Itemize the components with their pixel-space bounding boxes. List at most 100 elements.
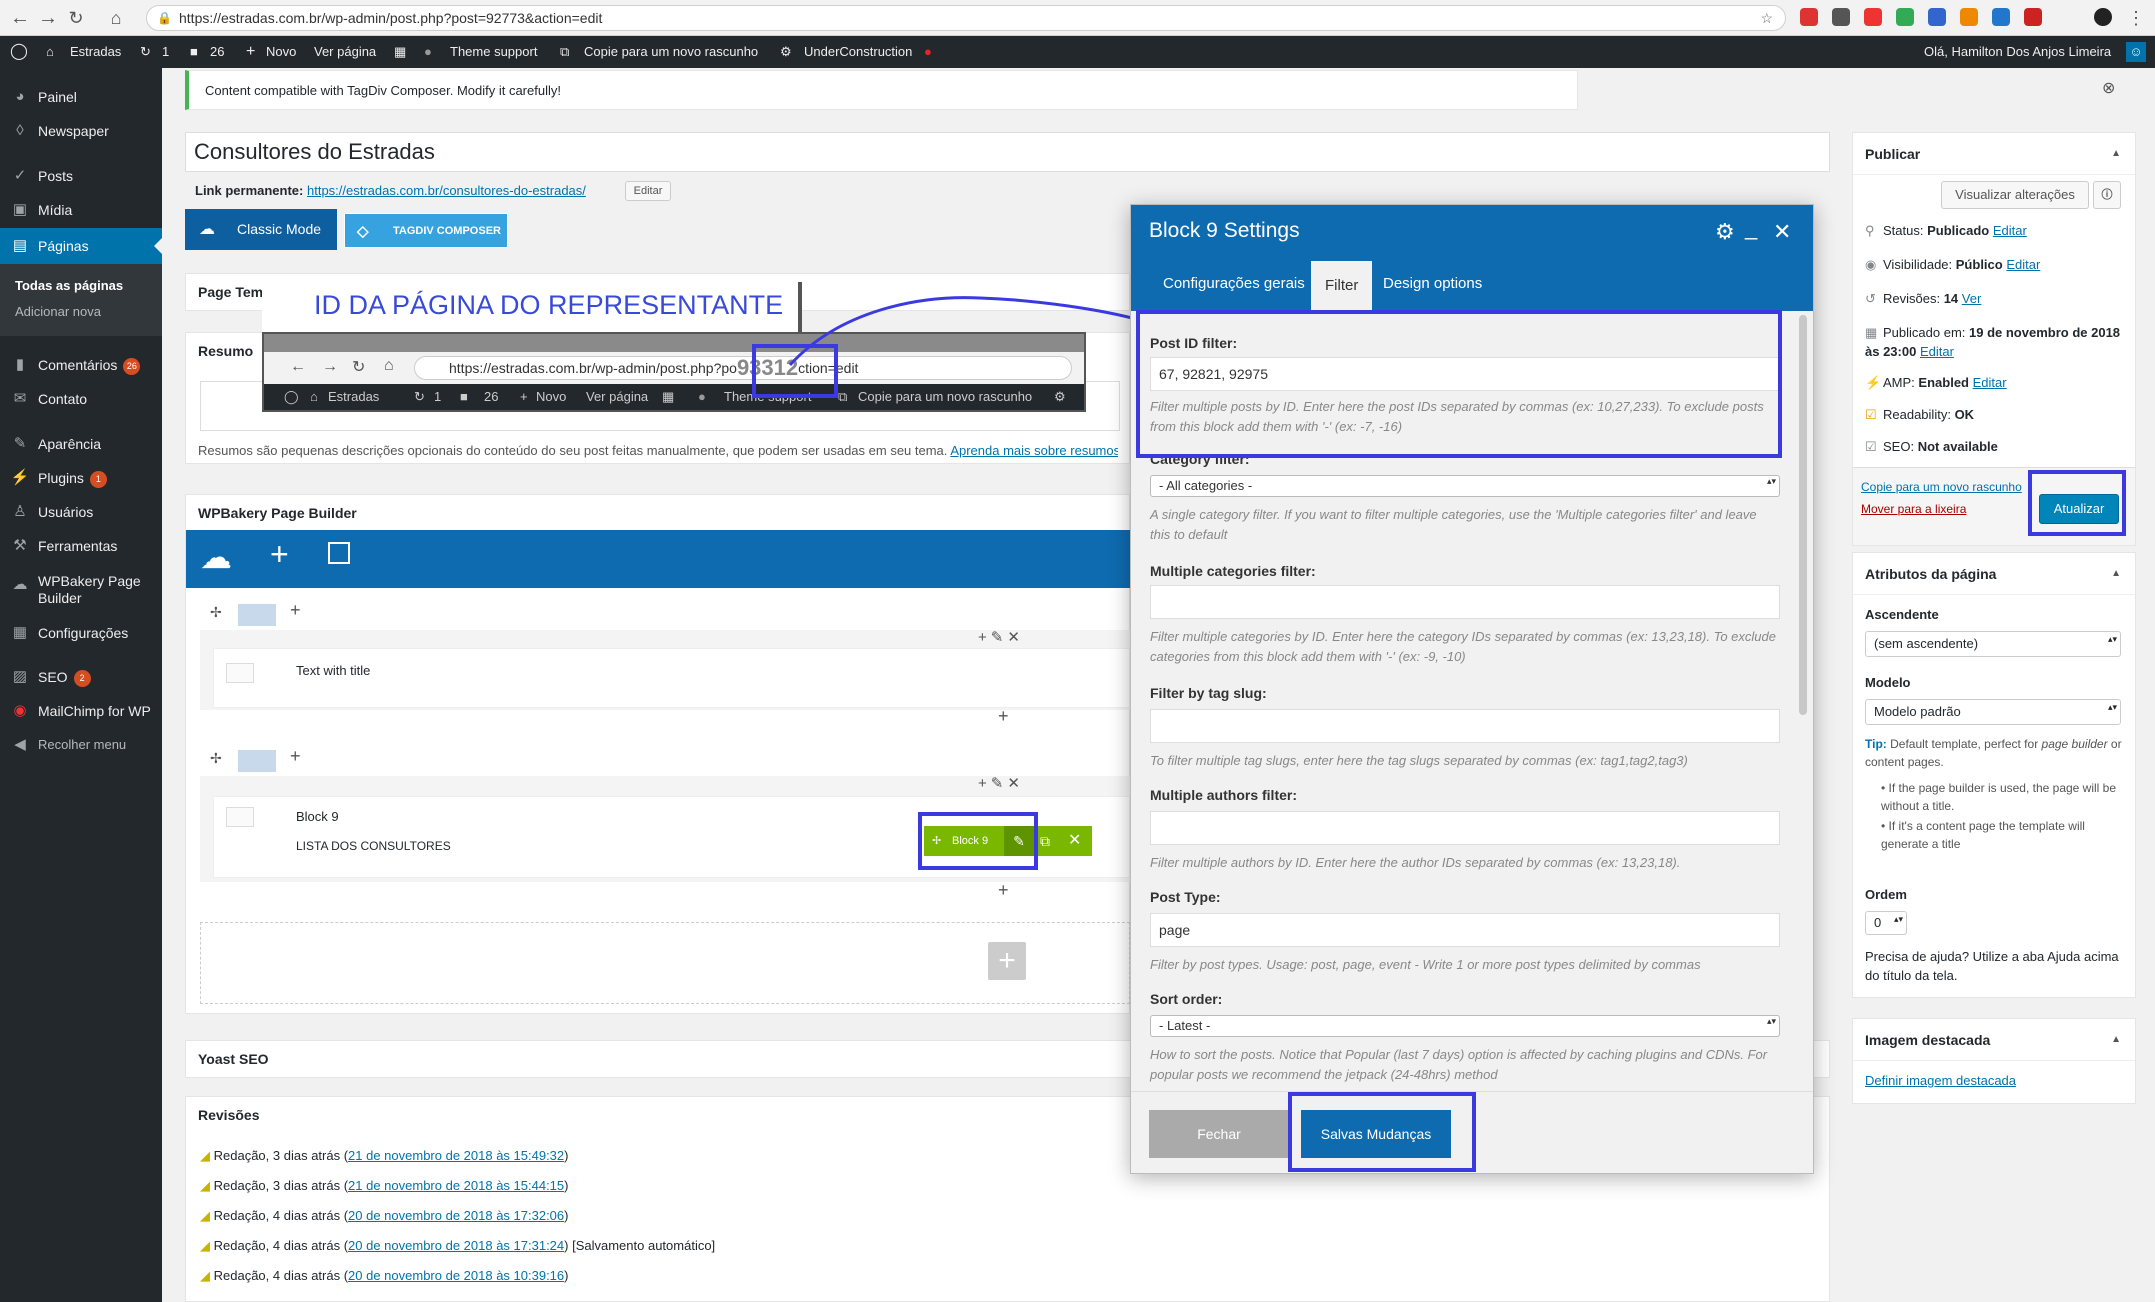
block-9-chip[interactable]: ✢ Block 9 ✎ ⧉ ✕ bbox=[924, 826, 1092, 856]
yoast-icon[interactable]: ▦ bbox=[394, 36, 406, 68]
menu-item-collapse[interactable]: ◀ Recolher menu bbox=[0, 728, 162, 762]
menu-item-mailchimp[interactable]: ◉ MailChimp for WP bbox=[0, 694, 162, 728]
site-name-link[interactable]: Estradas bbox=[70, 36, 121, 68]
row-add-icon[interactable]: + bbox=[290, 746, 301, 767]
revision-link[interactable]: 21 de novembro de 2018 às 15:44:15 bbox=[348, 1178, 564, 1193]
clone-icon[interactable]: ⧉ bbox=[1040, 826, 1050, 856]
update-button[interactable]: Atualizar bbox=[2039, 494, 2119, 524]
copy-draft-link[interactable]: Copie para um novo rascunho bbox=[584, 36, 758, 68]
row-move-icon[interactable]: ✢ bbox=[210, 750, 222, 767]
revision-link[interactable]: 20 de novembro de 2018 às 10:39:16 bbox=[348, 1268, 564, 1283]
classic-mode-button[interactable]: ☁ Classic Mode bbox=[185, 209, 337, 250]
site-home-icon[interactable]: ⌂ bbox=[46, 36, 54, 68]
publish-header[interactable]: Publicar ▲ bbox=[1853, 133, 2135, 175]
tagdiv-composer-button[interactable]: ◇ TAGDIV COMPOSER bbox=[344, 213, 508, 248]
summary-learn-link[interactable]: Aprenda mais sobre resumos bbox=[950, 443, 1118, 458]
menu-item-configuracoes[interactable]: ▦ Configurações bbox=[0, 616, 162, 650]
under-construction-link[interactable]: UnderConstruction bbox=[804, 36, 912, 68]
star-icon[interactable]: ☆ bbox=[1760, 6, 1773, 30]
submenu-all-pages[interactable]: Todas as páginas bbox=[0, 272, 162, 300]
permalink-edit-button[interactable]: Editar bbox=[625, 181, 671, 201]
gear-icon[interactable]: ⚙ bbox=[1715, 219, 1735, 245]
tab-design-options[interactable]: Design options bbox=[1369, 257, 1496, 311]
add-element-icon[interactable]: + bbox=[998, 706, 1009, 727]
revision-link[interactable]: 20 de novembro de 2018 às 17:31:24 bbox=[348, 1238, 564, 1253]
tag-slug-input[interactable] bbox=[1150, 709, 1780, 743]
visibility-edit-link[interactable]: Editar bbox=[2006, 257, 2040, 272]
address-bar[interactable]: 🔒 https://estradas.com.br/wp-admin/post.… bbox=[146, 5, 1786, 31]
menu-item-paginas[interactable]: ▤ Páginas bbox=[0, 228, 162, 264]
extension-icon[interactable] bbox=[1864, 8, 1882, 26]
menu-item-plugins[interactable]: ⚡ Plugins 1 bbox=[0, 461, 162, 495]
wpbakery-logo-icon[interactable]: ☁ bbox=[200, 538, 232, 576]
menu-item-wpbakery[interactable]: ☁ WPBakery Page Builder bbox=[0, 568, 162, 612]
view-page-link[interactable]: Ver página bbox=[314, 36, 376, 68]
column-controls-icon[interactable]: +✎✕ bbox=[978, 628, 1024, 646]
menu-item-ferramentas[interactable]: ⚒ Ferramentas bbox=[0, 529, 162, 563]
preview-info-icon[interactable]: ⓘ bbox=[2093, 181, 2121, 209]
extension-icon[interactable] bbox=[2024, 8, 2042, 26]
row-layout-button[interactable] bbox=[238, 750, 276, 772]
extension-icon[interactable] bbox=[1832, 8, 1850, 26]
menu-item-comentarios[interactable]: ▮ Comentários 26 bbox=[0, 348, 162, 382]
plus-icon[interactable]: + bbox=[246, 36, 255, 68]
menu-item-midia[interactable]: ▣ Mídia bbox=[0, 193, 162, 227]
updates-icon[interactable]: ↻ bbox=[140, 36, 151, 68]
template-icon[interactable] bbox=[328, 542, 350, 564]
element-text-with-title[interactable]: Text with title bbox=[213, 648, 1130, 708]
menu-item-usuarios[interactable]: ♙ Usuários bbox=[0, 495, 162, 529]
multi-categories-input[interactable] bbox=[1150, 585, 1780, 619]
extension-icon[interactable] bbox=[1800, 8, 1818, 26]
copy-icon[interactable]: ⧉ bbox=[560, 36, 569, 68]
collapse-up-icon[interactable]: ▲ bbox=[2111, 133, 2121, 175]
revision-link[interactable]: 20 de novembro de 2018 às 17:32:06 bbox=[348, 1208, 564, 1223]
menu-item-aparencia[interactable]: ✎ Aparência bbox=[0, 427, 162, 461]
tab-filter[interactable]: Filter bbox=[1311, 261, 1373, 311]
model-select[interactable]: Modelo padrão bbox=[1865, 699, 2121, 725]
row-layout-button[interactable] bbox=[238, 604, 276, 626]
add-row-button[interactable]: + bbox=[988, 942, 1026, 980]
order-input[interactable]: 0 bbox=[1865, 911, 1907, 935]
profile-icon[interactable] bbox=[2094, 8, 2112, 26]
close-icon[interactable]: ✕ bbox=[1773, 219, 1791, 245]
permalink-link[interactable]: https://estradas.com.br/consultores-do-e… bbox=[307, 183, 586, 198]
theme-support-link[interactable]: Theme support bbox=[450, 36, 537, 68]
post-type-input[interactable]: page bbox=[1150, 913, 1780, 947]
add-element-icon[interactable]: + bbox=[998, 880, 1009, 901]
menu-item-painel[interactable]: ◕ Painel bbox=[0, 80, 162, 114]
updates-count[interactable]: 1 bbox=[162, 36, 169, 68]
category-select[interactable]: - All categories - bbox=[1150, 475, 1780, 497]
user-greeting[interactable]: Olá, Hamilton Dos Anjos Limeira bbox=[1924, 36, 2111, 68]
avatar[interactable]: ☺ bbox=[2126, 42, 2146, 62]
home-icon[interactable]: ⌂ bbox=[104, 6, 128, 30]
revision-link[interactable]: 21 de novembro de 2018 às 15:49:32 bbox=[348, 1148, 564, 1163]
extension-icon[interactable] bbox=[1928, 8, 1946, 26]
column-controls-icon[interactable]: +✎✕ bbox=[978, 774, 1024, 792]
extension-icon[interactable] bbox=[1896, 8, 1914, 26]
trash-link[interactable]: Mover para a lixeira bbox=[1861, 502, 1966, 516]
collapse-up-icon[interactable]: ▲ bbox=[2111, 553, 2121, 595]
submenu-add-new[interactable]: Adicionar nova bbox=[0, 298, 162, 326]
copy-draft-link[interactable]: Copie para um novo rascunho bbox=[1861, 480, 2022, 494]
wordpress-logo-icon[interactable]: ◯ bbox=[10, 36, 28, 68]
post-id-input[interactable]: 67, 92821, 92975 bbox=[1150, 357, 1780, 391]
status-edit-link[interactable]: Editar bbox=[1993, 223, 2027, 238]
gear-icon[interactable]: ⚙ bbox=[780, 36, 792, 68]
revisions-view-link[interactable]: Ver bbox=[1962, 291, 1982, 306]
add-element-icon[interactable]: + bbox=[270, 536, 289, 573]
collapse-up-icon[interactable]: ▲ bbox=[2111, 1019, 2121, 1061]
featured-header[interactable]: Imagem destacada ▲ bbox=[1853, 1019, 2135, 1061]
extension-icon[interactable] bbox=[1992, 8, 2010, 26]
published-edit-link[interactable]: Editar bbox=[1920, 344, 1954, 359]
menu-item-newspaper[interactable]: ◊ Newspaper bbox=[0, 114, 162, 148]
close-button[interactable]: Fechar bbox=[1149, 1110, 1289, 1158]
row-add-icon[interactable]: + bbox=[290, 600, 301, 621]
delete-x-icon[interactable]: ✕ bbox=[1068, 826, 1081, 856]
parent-select[interactable]: (sem ascendente) bbox=[1865, 631, 2121, 657]
reload-icon[interactable]: ↻ bbox=[64, 6, 88, 30]
post-title-input[interactable]: Consultores do Estradas bbox=[185, 132, 1830, 172]
menu-icon[interactable]: ⋮ bbox=[2124, 6, 2148, 30]
attributes-header[interactable]: Atributos da página ▲ bbox=[1853, 553, 2135, 595]
extension-icon[interactable] bbox=[1960, 8, 1978, 26]
tab-general-settings[interactable]: Configurações gerais bbox=[1149, 257, 1319, 311]
